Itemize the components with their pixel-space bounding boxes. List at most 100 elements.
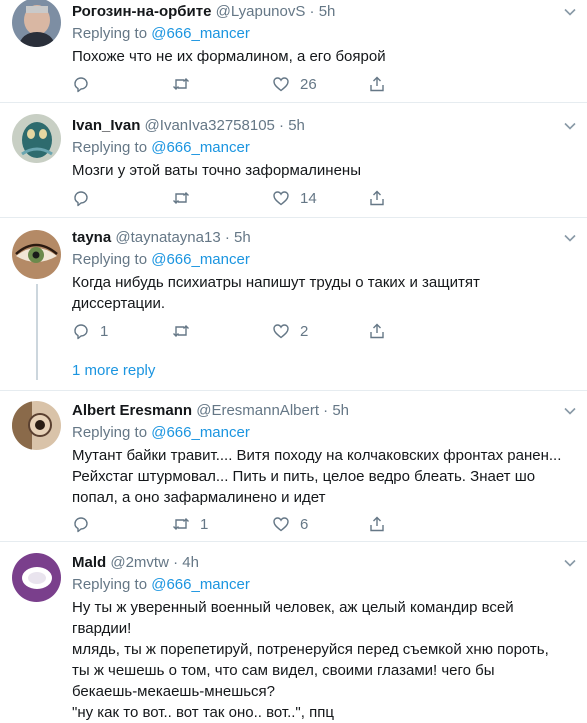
share-icon (370, 516, 384, 532)
replying-to-mention[interactable]: @666_mancer (151, 424, 250, 441)
replying-to-mention[interactable]: @666_mancer (151, 576, 250, 593)
tweet-header: Mald @2mvtw · 4h (72, 553, 199, 573)
show-more-replies-link[interactable]: 1 more reply (72, 362, 155, 379)
reply-count: 1 (100, 322, 109, 340)
tweet-actions: 14 (72, 188, 512, 208)
timestamp[interactable]: 5h (319, 3, 336, 20)
avatar[interactable] (12, 401, 61, 450)
tweet-header: Albert Eresmann @EresmannAlbert · 5h (72, 401, 349, 421)
share-icon (370, 76, 384, 92)
share-button[interactable] (368, 514, 386, 534)
chevron-down-icon[interactable] (563, 119, 577, 133)
divider (0, 390, 587, 391)
divider (0, 102, 587, 103)
display-name[interactable]: Ivan_Ivan (72, 117, 140, 134)
retweet-icon (173, 518, 189, 530)
retweet-button[interactable] (172, 188, 200, 208)
user-handle[interactable]: @taynatayna13 (115, 229, 220, 246)
chevron-down-icon[interactable] (563, 556, 577, 570)
like-count: 26 (300, 75, 317, 93)
chevron-down-icon[interactable] (563, 231, 577, 245)
reply-icon (74, 517, 88, 533)
timestamp[interactable]: 5h (234, 229, 251, 246)
user-handle[interactable]: @IvanIva32758105 (145, 117, 275, 134)
share-button[interactable] (368, 321, 386, 341)
separator-dot: · (279, 117, 285, 134)
retweet-icon (173, 325, 189, 337)
replying-to-label: Replying to (72, 251, 148, 268)
display-name[interactable]: tayna (72, 229, 111, 246)
like-count: 2 (300, 322, 309, 340)
replying-to: Replying to @666_mancer (72, 138, 250, 158)
tweet-text-line: "ну как то вот.. вот так оно.. вот..", п… (72, 704, 334, 721)
retweet-button[interactable] (172, 74, 200, 94)
display-name[interactable]: Рогозин-на-орбите (72, 3, 211, 20)
separator-dot: · (309, 3, 315, 20)
tweet[interactable]: Ivan_Ivan @IvanIva32758105 · 5h Replying… (0, 114, 587, 214)
tweet-text-line: диссертации. (72, 295, 166, 312)
separator-dot: · (173, 554, 179, 571)
tweet-text-line: Когда нибудь психиатры напишут труды о т… (72, 274, 480, 291)
replying-to-mention[interactable]: @666_mancer (151, 139, 250, 156)
tweet-text-line: Мутант байки травит.... Витя походу на к… (72, 447, 562, 464)
avatar[interactable] (12, 553, 61, 602)
chevron-down-icon[interactable] (563, 5, 577, 19)
like-button[interactable]: 26 (272, 74, 317, 94)
like-icon (273, 324, 289, 339)
like-button[interactable]: 14 (272, 188, 317, 208)
replying-to-label: Replying to (72, 139, 148, 156)
divider (0, 541, 587, 542)
display-name[interactable]: Mald (72, 554, 106, 571)
user-handle[interactable]: @2mvtw (110, 554, 169, 571)
like-count: 6 (300, 515, 309, 533)
retweet-button[interactable] (172, 321, 200, 341)
tweet-actions: 1 2 (72, 321, 512, 341)
replying-to-label: Replying to (72, 424, 148, 441)
tweet-actions: 26 (72, 74, 512, 94)
retweet-icon (173, 192, 189, 204)
divider (0, 217, 587, 218)
user-handle[interactable]: @EresmannAlbert (196, 402, 319, 419)
retweet-button[interactable]: 1 (172, 514, 208, 534)
tweet-text: Ну ты ж уверенный военный человек, аж це… (72, 597, 577, 723)
replying-to-label: Replying to (72, 576, 148, 593)
tweet[interactable]: Mald @2mvtw · 4h Replying to @666_mancer… (0, 553, 587, 722)
thread-line (36, 284, 38, 380)
tweet-header: Рогозин-на-орбите @LyapunovS · 5h (72, 2, 335, 22)
share-icon (370, 323, 384, 339)
tweet[interactable]: Рогозин-на-орбите @LyapunovS · 5h Replyi… (0, 0, 587, 100)
avatar[interactable] (12, 0, 61, 47)
like-button[interactable]: 2 (272, 321, 308, 341)
like-icon (273, 77, 289, 92)
avatar[interactable] (12, 114, 61, 163)
chevron-down-icon[interactable] (563, 404, 577, 418)
timestamp[interactable]: 5h (288, 117, 305, 134)
user-handle[interactable]: @LyapunovS (216, 3, 306, 20)
reply-button[interactable]: 1 (72, 321, 108, 341)
timestamp[interactable]: 4h (182, 554, 199, 571)
reply-button[interactable] (72, 74, 100, 94)
tweet-text: Похоже что не их формалином, а его бояро… (72, 46, 577, 67)
avatar[interactable] (12, 230, 61, 279)
replying-to-mention[interactable]: @666_mancer (151, 251, 250, 268)
reply-button[interactable] (72, 188, 100, 208)
like-button[interactable]: 6 (272, 514, 308, 534)
like-icon (273, 517, 289, 532)
tweet-text-line: Мозги у этой ваты точно заформалинены (72, 162, 361, 179)
tweet[interactable]: Albert Eresmann @EresmannAlbert · 5h Rep… (0, 401, 587, 534)
reply-icon (74, 324, 88, 340)
tweet-text-line: Рейхстаг штурмовал... Пить и пить, целое… (72, 468, 536, 485)
tweet-header: Ivan_Ivan @IvanIva32758105 · 5h (72, 116, 305, 136)
tweet[interactable]: tayna @taynatayna13 · 5h Replying to @66… (0, 228, 587, 386)
share-button[interactable] (368, 74, 386, 94)
display-name[interactable]: Albert Eresmann (72, 402, 192, 419)
replying-to-mention[interactable]: @666_mancer (151, 25, 250, 42)
separator-dot: · (323, 402, 329, 419)
tweet-text-line: бекаешь-мекаешь-мнешься? (72, 683, 276, 700)
reply-button[interactable] (72, 514, 100, 534)
share-button[interactable] (368, 188, 386, 208)
timestamp[interactable]: 5h (332, 402, 349, 419)
tweet-text: Мутант байки травит.... Витя походу на к… (72, 445, 577, 508)
reply-icon (74, 191, 88, 207)
like-icon (273, 191, 289, 206)
